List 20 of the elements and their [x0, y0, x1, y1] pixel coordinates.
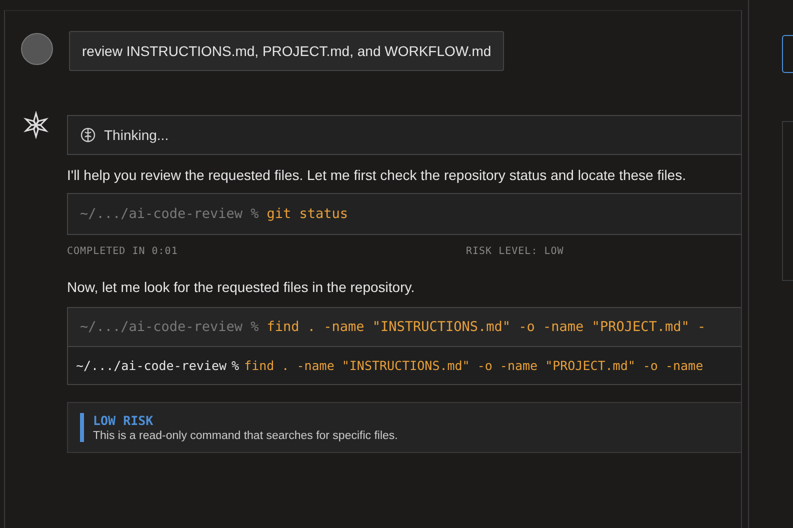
command-path: ~/.../ai-code-review: [80, 206, 243, 222]
output-path: ~/.../ai-code-review: [76, 358, 227, 373]
command-prompt: %: [250, 319, 259, 335]
user-message: review INSTRUCTIONS.md, PROJECT.md, and WORKFLOW.md: [69, 31, 504, 71]
assistant-text: Now, let me look for the requested files in the repository.: [67, 279, 416, 295]
command-text: git status: [266, 206, 348, 222]
thinking-toggle[interactable]: Thinking...: [67, 115, 741, 155]
risk-text: This is a read-only command that searches for specific files.: [93, 430, 398, 442]
avatar: [21, 33, 53, 65]
assistant-text: I'll help you review the requested files. Let me first check the repository status and locate these files.: [67, 167, 687, 183]
risk-title: LOW RISK: [93, 413, 154, 428]
risk-level: RISK LEVEL: LOW: [466, 246, 564, 257]
completion-time: COMPLETED IN 0:01: [67, 246, 179, 257]
output-command: find . -name "INSTRUCTIONS.md" -o -name "PROJECT.md" -o -name: [244, 358, 704, 373]
command-text: find . -name "INSTRUCTIONS.md" -o -name "PROJECT.md" -: [266, 319, 706, 335]
asterisk-logo-icon: [22, 111, 50, 139]
command-path: ~/.../ai-code-review: [80, 319, 243, 335]
command-prompt: %: [250, 206, 259, 222]
side-field[interactable]: [782, 35, 793, 73]
output-prompt: %: [232, 358, 240, 373]
